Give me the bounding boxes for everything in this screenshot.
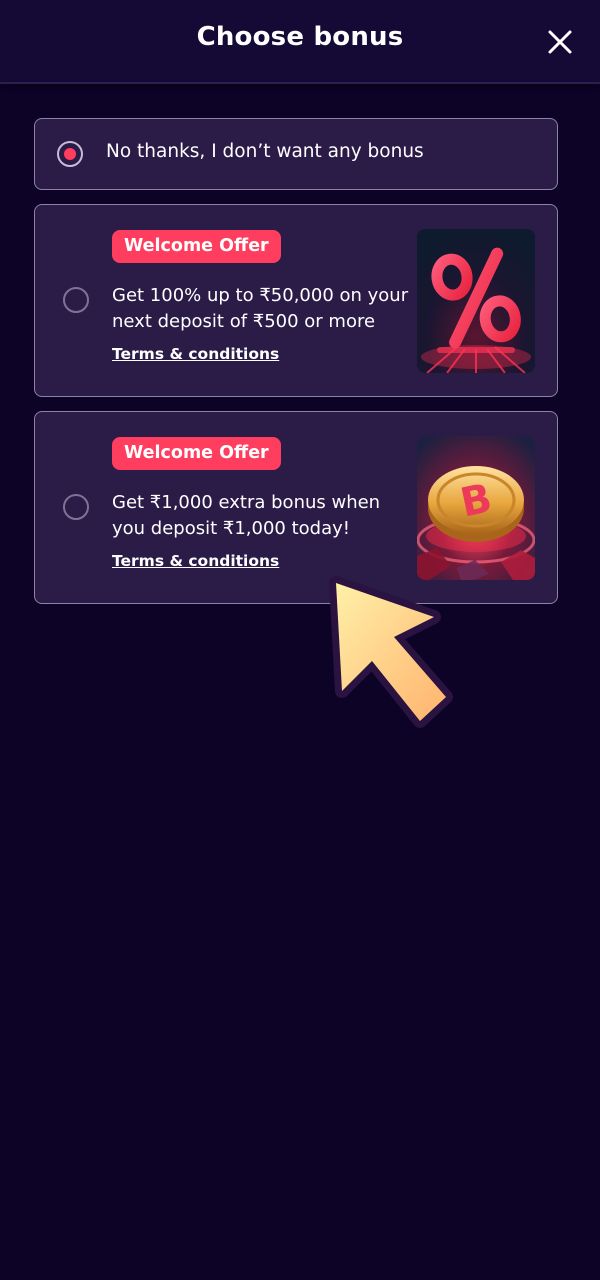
percent-icon xyxy=(417,229,535,373)
terms-conditions-link[interactable]: Terms & conditions xyxy=(112,552,279,570)
option-offer-percent[interactable]: Welcome Offer Get 100% up to ₹50,000 on … xyxy=(34,204,558,397)
offer-description: Get ₹1,000 extra bonus when you deposit … xyxy=(112,492,381,539)
pointer-arrow-icon xyxy=(322,575,454,735)
option-offer-bitcoin[interactable]: Welcome Offer Get ₹1,000 extra bonus whe… xyxy=(34,411,558,604)
bitcoin-coin-icon: B xyxy=(417,436,535,580)
welcome-offer-badge: Welcome Offer xyxy=(112,230,281,263)
welcome-offer-badge: Welcome Offer xyxy=(112,437,281,470)
close-button[interactable] xyxy=(542,24,578,60)
header: Choose bonus xyxy=(0,0,600,84)
offer-image-percent xyxy=(417,229,535,373)
bonus-options-list: No thanks, I don’t want any bonus Welcom… xyxy=(34,118,558,618)
terms-conditions-link[interactable]: Terms & conditions xyxy=(112,345,279,363)
option-no-bonus[interactable]: No thanks, I don’t want any bonus xyxy=(34,118,558,190)
radio-selected-dot xyxy=(64,148,76,160)
no-bonus-label: No thanks, I don’t want any bonus xyxy=(106,141,424,162)
radio-no-bonus[interactable] xyxy=(57,141,83,167)
close-icon xyxy=(548,30,572,54)
radio-offer-percent[interactable] xyxy=(63,287,89,313)
offer-image-bitcoin: B xyxy=(417,436,535,580)
page-title: Choose bonus xyxy=(196,22,404,52)
radio-offer-bitcoin[interactable] xyxy=(63,494,89,520)
offer-description: Get 100% up to ₹50,000 on your next depo… xyxy=(112,285,409,332)
